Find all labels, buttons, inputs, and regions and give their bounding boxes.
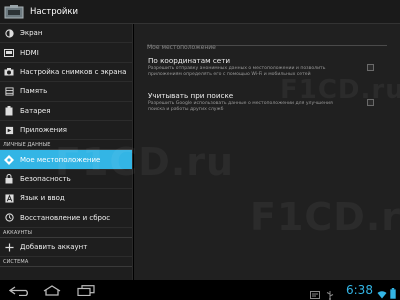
camera-icon [3,66,15,78]
recent-apps-button[interactable] [74,284,98,296]
location-icon [3,154,15,166]
pref-summary: Разрешить Google использовать данные о м… [148,101,333,112]
sidebar-item-label: Приложения [20,126,67,135]
pref-title: Учитывать при поиске [148,91,234,100]
search-location-checkbox[interactable] [367,99,374,106]
home-icon [42,281,62,300]
section-header-accounts: АККАУНТЫ [0,228,132,238]
back-icon [8,281,31,300]
pane-header: Мое местоположение [147,34,387,51]
sidebar-item-label: Память [20,87,48,96]
sidebar-item-label: Язык и ввод [20,194,65,203]
language-icon [3,192,15,204]
sidebar-item-screenshot-settings[interactable]: Настройка снимков с экрана [0,63,132,83]
pref-search-location[interactable]: Учитывать при поиске Разрешить Google ис… [148,91,388,113]
lock-icon [3,173,15,185]
sidebar-item-label: Восстановление и сброс [20,213,111,222]
network-location-checkbox[interactable] [367,64,374,71]
pref-network-location[interactable]: По координатам сети Разрешить отправку а… [148,56,388,78]
settings-notification-icon[interactable] [310,285,320,300]
sidebar-item-add-account[interactable]: Добавить аккаунт [0,238,132,258]
sidebar-item-label: Батарея [20,106,51,115]
page-title: Настройки [30,6,79,17]
hdmi-icon [3,47,15,59]
sidebar-item-location[interactable]: Мое местоположение [0,150,132,170]
back-button[interactable] [8,284,32,296]
sidebar-item-battery[interactable]: Батарея [0,102,132,121]
sidebar-item-label: Настройка снимков с экрана [20,67,127,76]
pref-title: По координатам сети [148,56,231,65]
sidebar-item-hdmi[interactable]: HDMI [0,43,132,63]
sidebar-item-label: Безопасность [20,174,71,183]
storage-icon [3,85,15,97]
section-header-personal: ЛИЧНЫЕ ДАННЫЕ [0,140,132,151]
sidebar-item-label: Мое местоположение [20,155,101,164]
settings-sidebar: Экран HDMI Настройка снимков с экрана Па… [0,24,133,280]
location-settings-pane: Мое местоположение По координатам сети Р… [134,24,400,280]
sidebar-item-label: Экран [20,29,43,38]
plus-icon [3,241,15,253]
sidebar-item-security[interactable]: Безопасность [0,170,132,190]
sidebar-item-label: HDMI [20,48,39,57]
section-header-system: СИСТЕМА [0,257,132,268]
settings-app-icon[interactable] [4,4,24,20]
sidebar-item-backup-reset[interactable]: Восстановление и сброс [0,209,132,228]
usb-icon[interactable] [325,285,335,300]
action-bar: Настройки [0,0,400,24]
sidebar-item-label: Добавить аккаунт [20,243,88,252]
display-icon [3,27,15,39]
system-bar: 6:38 [0,280,400,300]
sidebar-item-apps[interactable]: Приложения [0,121,132,141]
wifi-icon [377,284,387,300]
pane-header-title: Мое местоположение [147,44,216,51]
sidebar-item-storage[interactable]: Память [0,82,132,102]
pref-summary: Разрешить отправку анонимных данных о ме… [148,66,326,77]
clock: 6:38 [346,283,373,297]
apps-icon [3,124,15,136]
recent-apps-icon [77,281,95,300]
sidebar-item-display[interactable]: Экран [0,24,132,44]
battery-icon [3,105,15,117]
home-button[interactable] [40,284,64,296]
battery-status-icon [390,284,396,300]
sidebar-item-language-input[interactable]: Язык и ввод [0,189,132,209]
reset-icon [3,212,15,224]
